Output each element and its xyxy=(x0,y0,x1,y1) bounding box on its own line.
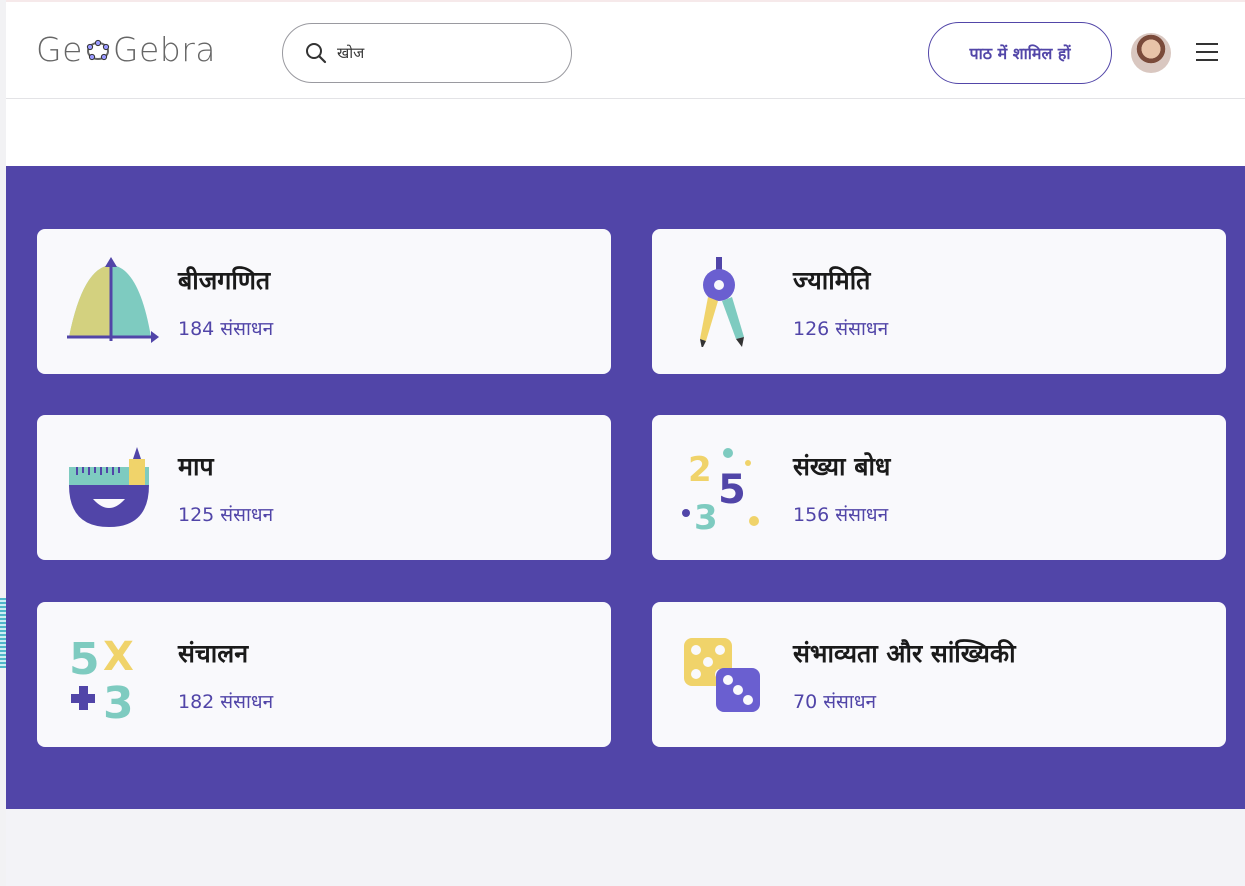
category-title: संचालन xyxy=(178,639,249,668)
category-count: 182 संसाधन xyxy=(178,691,274,713)
category-title: ज्यामिति xyxy=(793,266,871,295)
footer-area xyxy=(6,809,1245,886)
category-count: 70 संसाधन xyxy=(793,691,877,713)
search-input[interactable] xyxy=(337,44,557,62)
category-card-algebra[interactable]: बीजगणित 184 संसाधन xyxy=(37,229,611,374)
logo-text-post: Gebra xyxy=(112,30,216,69)
geogebra-logo[interactable]: Ge Gebra xyxy=(36,30,216,69)
hamburger-menu-icon[interactable] xyxy=(1196,43,1218,61)
category-count: 125 संसाधन xyxy=(178,504,274,526)
algebra-icon xyxy=(67,257,159,343)
category-card-geometry[interactable]: ज्यामिति 126 संसाधन xyxy=(652,229,1226,374)
category-count: 184 संसाधन xyxy=(178,318,274,340)
category-count: 126 संसाधन xyxy=(793,318,889,340)
svg-text:2: 2 xyxy=(688,450,712,490)
numbers-icon: 2 5 3 xyxy=(682,448,759,533)
category-count: 156 संसाधन xyxy=(793,504,889,526)
svg-text:X: X xyxy=(103,634,134,680)
category-card-operations[interactable]: 5 X 3 संचालन 182 संसाधन xyxy=(37,602,611,747)
svg-text:5: 5 xyxy=(718,467,746,513)
operations-icon: 5 X 3 xyxy=(69,634,134,720)
search-box[interactable] xyxy=(282,23,572,83)
category-title: बीजगणित xyxy=(178,266,271,295)
compass-icon xyxy=(700,257,744,347)
search-icon xyxy=(306,43,327,64)
join-lesson-button[interactable]: पाठ में शामिल हों xyxy=(928,22,1112,84)
svg-text:3: 3 xyxy=(694,498,718,533)
avatar[interactable] xyxy=(1131,33,1171,73)
svg-text:5: 5 xyxy=(69,634,100,685)
ruler-icon xyxy=(69,447,149,527)
category-title: माप xyxy=(178,452,214,481)
logo-text-pre: Ge xyxy=(36,30,83,69)
category-card-number-sense[interactable]: 2 5 3 संख्या बोध 156 संसाधन xyxy=(652,415,1226,560)
categories-section: बीजगणित 184 संसाधन ज्यामिति 126 संसाधन म… xyxy=(6,166,1245,809)
category-title: संख्या बोध xyxy=(793,452,891,481)
top-header: Ge Gebra पाठ में शामिल हों xyxy=(6,0,1245,99)
dice-icon xyxy=(684,638,760,712)
category-title: संभाव्यता और सांख्यिकी xyxy=(793,639,1016,668)
svg-text:3: 3 xyxy=(103,678,134,720)
logo-icon xyxy=(86,39,109,60)
category-card-measurement[interactable]: माप 125 संसाधन xyxy=(37,415,611,560)
category-card-probability-statistics[interactable]: संभाव्यता और सांख्यिकी 70 संसाधन xyxy=(652,602,1226,747)
